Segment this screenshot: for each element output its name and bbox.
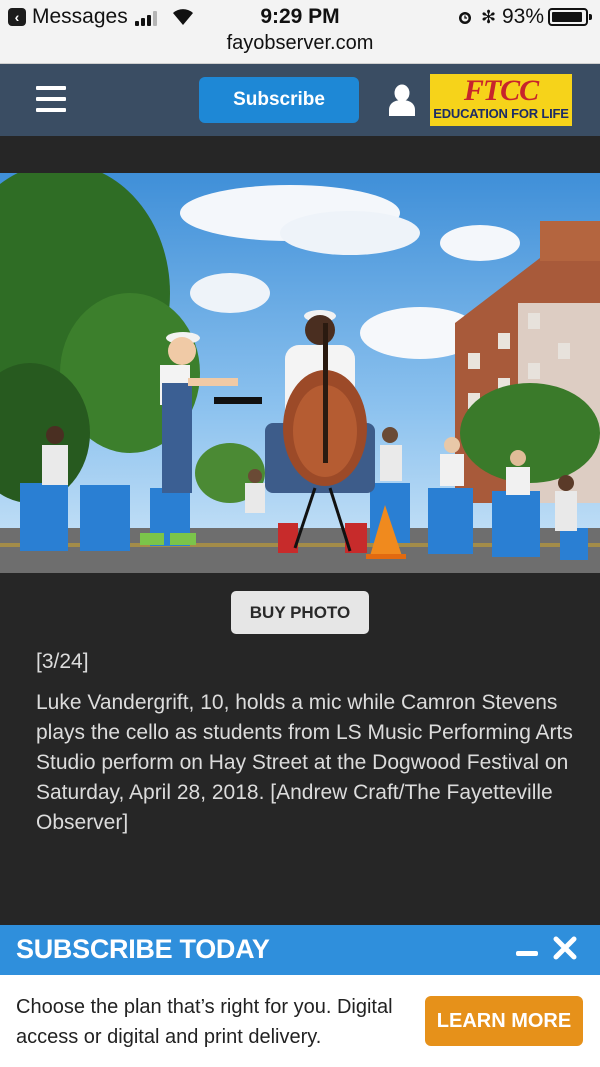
alarm-icon bbox=[459, 12, 471, 24]
photo-counter: [3/24] bbox=[36, 650, 89, 673]
buy-photo-button[interactable]: BUY PHOTO bbox=[231, 591, 369, 634]
site-header: Subscribe FTCC EDUCATION FOR LIFE bbox=[0, 64, 600, 136]
learn-more-button[interactable]: LEARN MORE bbox=[425, 996, 583, 1046]
status-bar: ‹ Messages 9:29 PM ✻ 93% fayobserver.com bbox=[0, 0, 600, 64]
ad-logo: FTCC bbox=[463, 74, 539, 107]
close-icon[interactable] bbox=[552, 935, 578, 961]
battery-percentage: 93% bbox=[502, 5, 545, 28]
subscribe-banner-text: Choose the plan that’s right for you. Di… bbox=[16, 996, 393, 1048]
subscribe-button[interactable]: Subscribe bbox=[199, 77, 359, 123]
user-account-icon[interactable] bbox=[389, 84, 415, 116]
photo-caption: Luke Vandergrift, 10, holds a mic while … bbox=[36, 691, 573, 834]
gallery-photo[interactable] bbox=[0, 173, 600, 573]
subscribe-banner-title: SUBSCRIBE TODAY bbox=[16, 934, 270, 964]
ftcc-advertisement[interactable]: FTCC EDUCATION FOR LIFE bbox=[430, 74, 572, 126]
ad-tagline: EDUCATION FOR LIFE bbox=[433, 106, 569, 121]
subscribe-banner-header: SUBSCRIBE TODAY bbox=[0, 925, 600, 975]
bluetooth-icon: ✻ bbox=[481, 7, 497, 27]
menu-icon[interactable] bbox=[36, 86, 66, 112]
battery-icon bbox=[548, 8, 592, 26]
page-url[interactable]: fayobserver.com bbox=[0, 32, 600, 55]
subscribe-banner-body: Choose the plan that’s right for you. Di… bbox=[0, 975, 600, 1067]
minimize-icon[interactable] bbox=[516, 951, 538, 956]
